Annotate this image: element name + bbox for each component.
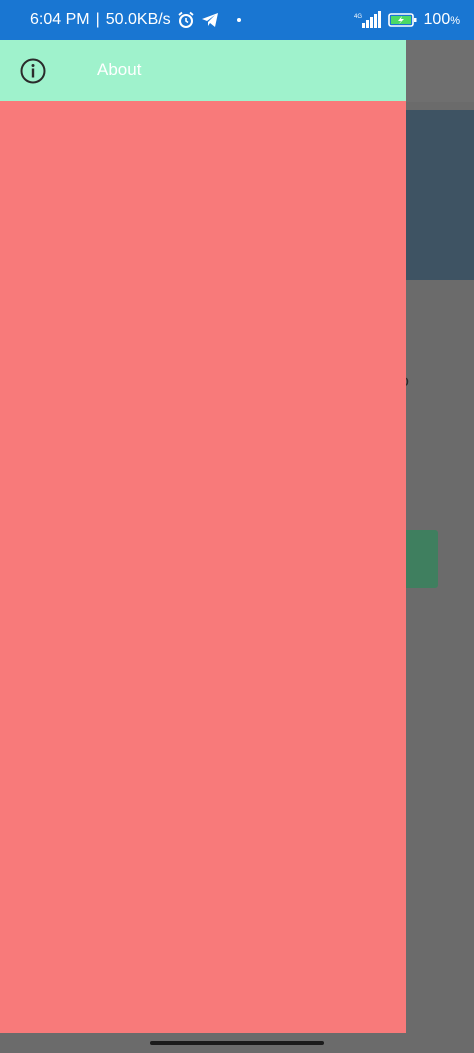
drawer-item-about[interactable]: About	[0, 40, 406, 101]
home-indicator[interactable]	[150, 1041, 324, 1045]
signal-icon: 4G	[354, 11, 382, 29]
drawer-item-about-label: About	[97, 60, 142, 79]
battery-charging-icon	[387, 12, 418, 28]
status-separator: |	[95, 11, 100, 28]
notification-dot	[236, 18, 241, 22]
network-speed: 50.0KB/s	[105, 11, 171, 28]
network-type-label: 4G	[354, 14, 362, 20]
info-icon	[20, 58, 46, 84]
status-right: 4G 100%	[354, 11, 460, 29]
navigation-drawer: About	[0, 40, 406, 1033]
battery-level: 100%	[423, 11, 460, 28]
status-bar: 6:04 PM | 50.0KB/s 4G 100%	[0, 0, 474, 40]
status-time: 6:04 PM	[30, 11, 90, 28]
alarm-icon	[177, 11, 195, 29]
telegram-icon	[201, 12, 219, 28]
status-left: 6:04 PM | 50.0KB/s	[30, 11, 241, 29]
